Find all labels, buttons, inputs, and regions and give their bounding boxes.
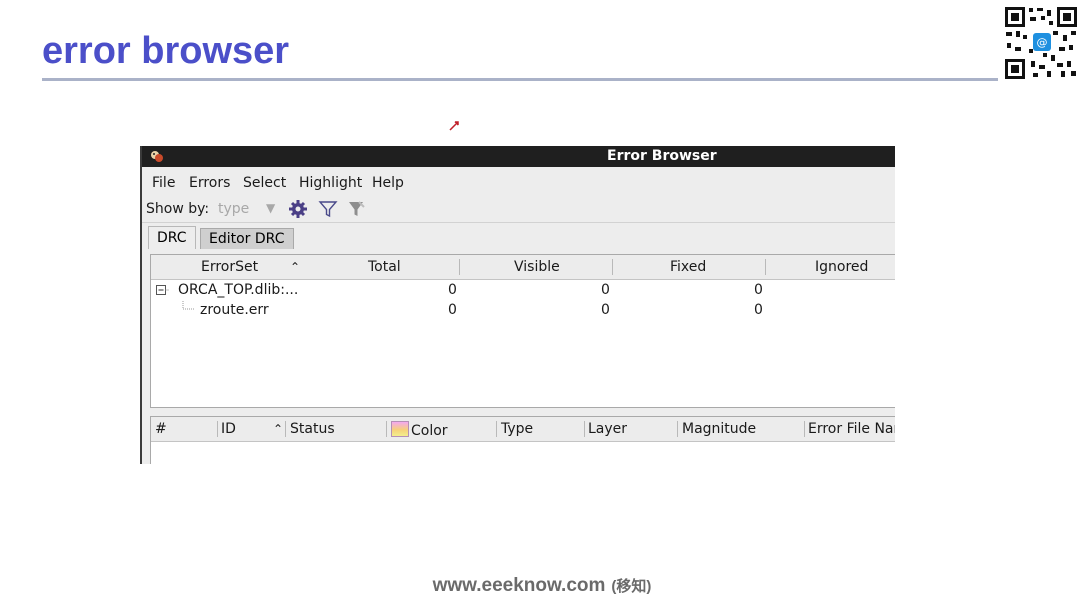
column-id[interactable]: ID [221, 421, 236, 437]
menu-select[interactable]: Select [243, 175, 286, 191]
tree-branch-line [181, 301, 197, 319]
footer-note: (移知) [611, 578, 652, 595]
mouse-cursor-icon [449, 116, 459, 135]
settings-gear-icon[interactable] [288, 199, 308, 223]
table-row[interactable]: zroute.err 0 0 0 [151, 301, 895, 321]
error-detail-table: # ID ⌃ Status Color Type Layer Magnitude… [150, 416, 895, 464]
column-visible[interactable]: Visible [514, 259, 560, 275]
error-detail-header: # ID ⌃ Status Color Type Layer Magnitude… [151, 417, 895, 442]
toolbar: Show by: type ▼ [142, 196, 895, 223]
cell-visible: 0 [601, 302, 610, 318]
errorset-name: zroute.err [200, 302, 269, 318]
slide-title: error browser [42, 30, 290, 72]
menu-file[interactable]: File [152, 175, 175, 191]
app-icon [149, 148, 165, 168]
column-divider[interactable] [804, 421, 805, 437]
menu-highlight[interactable]: Highlight [299, 175, 362, 191]
column-divider[interactable] [612, 259, 613, 275]
errorset-table: ErrorSet ⌃ Total Visible Fixed Ignored O… [150, 254, 895, 408]
errorset-table-header: ErrorSet ⌃ Total Visible Fixed Ignored [151, 255, 895, 280]
column-error-file-name[interactable]: Error File Nar [808, 421, 895, 437]
cell-fixed: 0 [754, 282, 763, 298]
tab-editor-drc[interactable]: Editor DRC [200, 228, 294, 249]
tab-drc[interactable]: DRC [148, 226, 196, 249]
chevron-down-icon[interactable]: ▼ [266, 201, 275, 215]
title-divider [42, 78, 998, 81]
filter-icon[interactable] [318, 199, 338, 223]
column-errorset[interactable]: ErrorSet [201, 259, 258, 275]
error-browser-window: Error Browser File Errors Select Highlig… [140, 146, 895, 464]
sort-ascending-icon[interactable]: ⌃ [273, 422, 283, 436]
footer-url: www.eeeknow.com [432, 575, 606, 596]
column-divider[interactable] [496, 421, 497, 437]
svg-text:@: @ [1037, 36, 1048, 49]
column-divider[interactable] [217, 421, 218, 437]
column-status[interactable]: Status [290, 421, 335, 437]
errorset-name: ORCA_TOP.dlib:... [178, 282, 299, 298]
tree-collapse-icon[interactable] [155, 282, 169, 302]
show-by-select[interactable]: type [218, 201, 249, 217]
column-divider[interactable] [459, 259, 460, 275]
column-ignored[interactable]: Ignored [815, 259, 868, 275]
column-fixed[interactable]: Fixed [670, 259, 706, 275]
column-divider[interactable] [386, 421, 387, 437]
color-swatch-icon [391, 421, 409, 437]
qr-code-icon: @ [1003, 5, 1079, 81]
cell-visible: 0 [601, 282, 610, 298]
column-divider[interactable] [584, 421, 585, 437]
column-divider[interactable] [765, 259, 766, 275]
clear-filter-icon[interactable] [346, 199, 366, 223]
column-magnitude[interactable]: Magnitude [682, 421, 756, 437]
cell-fixed: 0 [754, 302, 763, 318]
column-color-label: Color [411, 423, 448, 439]
column-divider[interactable] [677, 421, 678, 437]
sort-ascending-icon[interactable]: ⌃ [290, 260, 300, 274]
window-titlebar: Error Browser [142, 146, 895, 167]
menu-errors[interactable]: Errors [189, 175, 230, 191]
table-row[interactable]: ORCA_TOP.dlib:... 0 0 0 [151, 281, 895, 301]
column-total[interactable]: Total [368, 259, 401, 275]
cell-total: 0 [448, 282, 457, 298]
column-type[interactable]: Type [501, 421, 533, 437]
column-layer[interactable]: Layer [588, 421, 627, 437]
cell-total: 0 [448, 302, 457, 318]
show-by-label: Show by: [146, 201, 210, 217]
column-divider[interactable] [285, 421, 286, 437]
window-title: Error Browser [607, 148, 717, 164]
menu-help[interactable]: Help [372, 175, 404, 191]
footer: www.eeeknow.com (移知) [0, 575, 1084, 597]
column-number[interactable]: # [155, 421, 167, 437]
column-color[interactable]: Color [391, 421, 448, 439]
